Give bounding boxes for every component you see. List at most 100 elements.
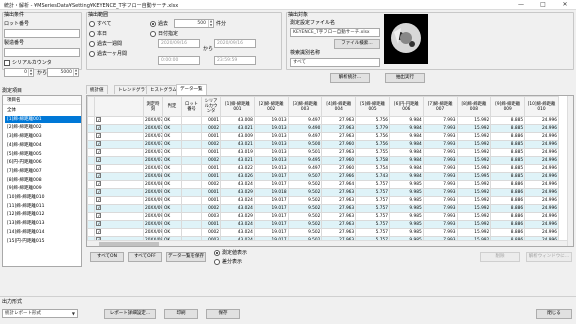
- minimize-button[interactable]: —: [510, 0, 532, 10]
- table-row[interactable]: ✓ 20XX/09/17 9:42:37OK 000143.02919.0189.5…: [87, 188, 559, 197]
- table-row[interactable]: ✓20XX/08/05 15:35:58OK000243.02419.0179.…: [87, 180, 559, 189]
- table-row[interactable]: ✓20XX/07/07 17:24:33OK000243.02119.0139.…: [87, 156, 559, 165]
- spinner-icon[interactable]: ▲ ▼: [73, 69, 78, 76]
- column-header[interactable]: 測定時刻: [142, 96, 163, 117]
- column-header[interactable]: [10]締-締距離010: [524, 96, 559, 117]
- checkmark-icon[interactable]: ✓: [96, 141, 102, 146]
- counter-from-input[interactable]: 0 ▲ ▼: [4, 68, 34, 77]
- checkmark-icon[interactable]: ✓: [96, 165, 102, 170]
- all-off-button[interactable]: すべてOFF: [128, 252, 162, 262]
- row-checkbox-cell[interactable]: ✓: [94, 204, 144, 213]
- checkmark-icon[interactable]: ✓: [96, 157, 102, 162]
- spinner-icon[interactable]: ▲ ▼: [208, 20, 213, 27]
- row-header[interactable]: [87, 116, 96, 125]
- checkmark-icon[interactable]: ✓: [96, 213, 102, 218]
- list-item[interactable]: [1]締-締距離001: [5, 115, 81, 123]
- column-header[interactable]: ロット番号: [180, 96, 203, 117]
- table-row[interactable]: ✓ 20XX/09/17 9:43:06OK 000243.02419.0179.5…: [87, 204, 559, 213]
- row-checkbox-cell[interactable]: ✓: [94, 228, 144, 237]
- counter-to-input[interactable]: 5000 ▲ ▼: [47, 68, 79, 77]
- row-header[interactable]: [87, 204, 96, 213]
- table-row[interactable]: ✓20XX/07/08 12:05:02OK000143.02219.0139.…: [87, 164, 559, 173]
- time-to-input[interactable]: 23:59:59: [214, 56, 256, 65]
- date-from-input[interactable]: 2020/09/16: [158, 39, 200, 48]
- range-month-radio[interactable]: [89, 51, 95, 57]
- list-item[interactable]: [13]締-締距離013: [5, 220, 81, 227]
- column-header[interactable]: [3]締-締距離003: [287, 96, 323, 117]
- checkmark-icon[interactable]: ✓: [96, 197, 102, 202]
- list-item[interactable]: [8]締-締距離008: [5, 177, 81, 184]
- range-date-radio[interactable]: [150, 31, 156, 37]
- checkmark-icon[interactable]: ✓: [96, 133, 102, 138]
- list-item[interactable]: [6]円-円距離006: [5, 159, 81, 166]
- output-format-select[interactable]: 統計レポート形式 ▼: [2, 309, 78, 318]
- checkmark-icon[interactable]: ✓: [96, 125, 102, 130]
- list-item[interactable]: [4]締-締距離004: [5, 142, 81, 149]
- extract-button[interactable]: 抽出実行: [385, 73, 425, 83]
- row-checkbox-cell[interactable]: ✓: [94, 156, 144, 165]
- list-item[interactable]: [10]締-締距離010: [5, 194, 81, 201]
- report-settings-button[interactable]: レポート詳細設定…: [104, 309, 156, 319]
- file-name-input[interactable]: KEYENCE_T字フロー自動サーチ.xlsx: [290, 28, 380, 37]
- row-checkbox-cell[interactable]: ✓: [94, 140, 144, 149]
- display-measured-radio[interactable]: [214, 250, 220, 256]
- column-header[interactable]: [5]締-締距離005: [355, 96, 390, 117]
- row-header[interactable]: [87, 124, 96, 133]
- kind-select[interactable]: すべて: [290, 58, 380, 67]
- serial-number-input[interactable]: [4, 48, 80, 57]
- column-header[interactable]: [4]締-締距離004: [321, 96, 357, 117]
- time-from-input[interactable]: 0:00:00: [158, 56, 200, 65]
- row-checkbox-cell[interactable]: ✓: [94, 164, 144, 173]
- column-header[interactable]: [6]円-円距離006: [388, 96, 424, 117]
- row-checkbox-cell[interactable]: ✓: [94, 148, 144, 157]
- horizontal-scrollbar[interactable]: [87, 240, 567, 246]
- table-row[interactable]: ✓20XX/07/07 14:50:15OK000143.00819.0139.…: [87, 116, 559, 125]
- checkmark-icon[interactable]: ✓: [96, 149, 102, 154]
- close-window-button[interactable]: ✕: [554, 0, 576, 10]
- tab-data-list[interactable]: データ一覧: [176, 84, 207, 95]
- checkmark-icon[interactable]: ✓: [96, 189, 102, 194]
- range-all-radio[interactable]: [89, 21, 95, 27]
- file-browse-button[interactable]: ファイル検索…: [334, 39, 380, 49]
- range-week-radio[interactable]: [89, 41, 95, 47]
- checkmark-icon[interactable]: ✓: [96, 173, 102, 178]
- table-row[interactable]: ✓20XX/07/07 15:15:46OK000243.02119.0139.…: [87, 140, 559, 149]
- row-checkbox-cell[interactable]: ✓: [94, 180, 144, 189]
- list-item[interactable]: [2]締-締距離002: [5, 124, 81, 131]
- row-header[interactable]: [87, 180, 96, 189]
- list-item[interactable]: [12]締-締距離012: [5, 211, 81, 218]
- row-checkbox-cell[interactable]: ✓: [94, 188, 144, 197]
- list-item[interactable]: 全体: [5, 107, 81, 114]
- column-header[interactable]: [9]締-締距離009: [490, 96, 526, 117]
- delete-button[interactable]: 削除: [480, 252, 520, 262]
- row-checkbox-cell[interactable]: ✓: [94, 212, 144, 221]
- range-past-radio[interactable]: [150, 21, 156, 27]
- scrollbar-thumb[interactable]: [99, 242, 159, 246]
- vertical-scrollbar[interactable]: [567, 96, 573, 246]
- past-count-input[interactable]: 500 ▲ ▼: [174, 19, 214, 28]
- table-row[interactable]: ✓ 20XX/09/17 9:44:01OK 000343.02919.0179.5…: [87, 212, 559, 221]
- spinner-icon[interactable]: ▲ ▼: [28, 69, 33, 76]
- row-header[interactable]: [87, 148, 96, 157]
- row-header[interactable]: [87, 156, 96, 165]
- row-header[interactable]: [87, 220, 96, 229]
- column-header[interactable]: [8]締-締距離008: [456, 96, 492, 117]
- row-header[interactable]: [87, 188, 96, 197]
- checkmark-icon[interactable]: ✓: [96, 221, 102, 226]
- row-checkbox-cell[interactable]: ✓: [94, 124, 144, 133]
- checkmark-icon[interactable]: ✓: [96, 117, 102, 122]
- serial-counter-checkbox[interactable]: [4, 60, 10, 66]
- list-item[interactable]: [5]締-締距離005: [5, 151, 81, 158]
- row-header[interactable]: [87, 172, 96, 181]
- row-checkbox-cell[interactable]: ✓: [94, 172, 144, 181]
- row-header[interactable]: [87, 228, 96, 237]
- date-to-input[interactable]: 2020/09/16: [214, 39, 256, 48]
- column-header[interactable]: [7]締-締距離007: [422, 96, 458, 117]
- row-header[interactable]: [87, 196, 96, 205]
- row-header[interactable]: [87, 212, 96, 221]
- checkmark-icon[interactable]: ✓: [96, 205, 102, 210]
- row-header[interactable]: [87, 164, 96, 173]
- close-button[interactable]: 閉じる: [536, 309, 572, 319]
- list-item[interactable]: [7]締-締距離007: [5, 168, 81, 175]
- list-item[interactable]: [9]締-締距離009: [5, 185, 81, 192]
